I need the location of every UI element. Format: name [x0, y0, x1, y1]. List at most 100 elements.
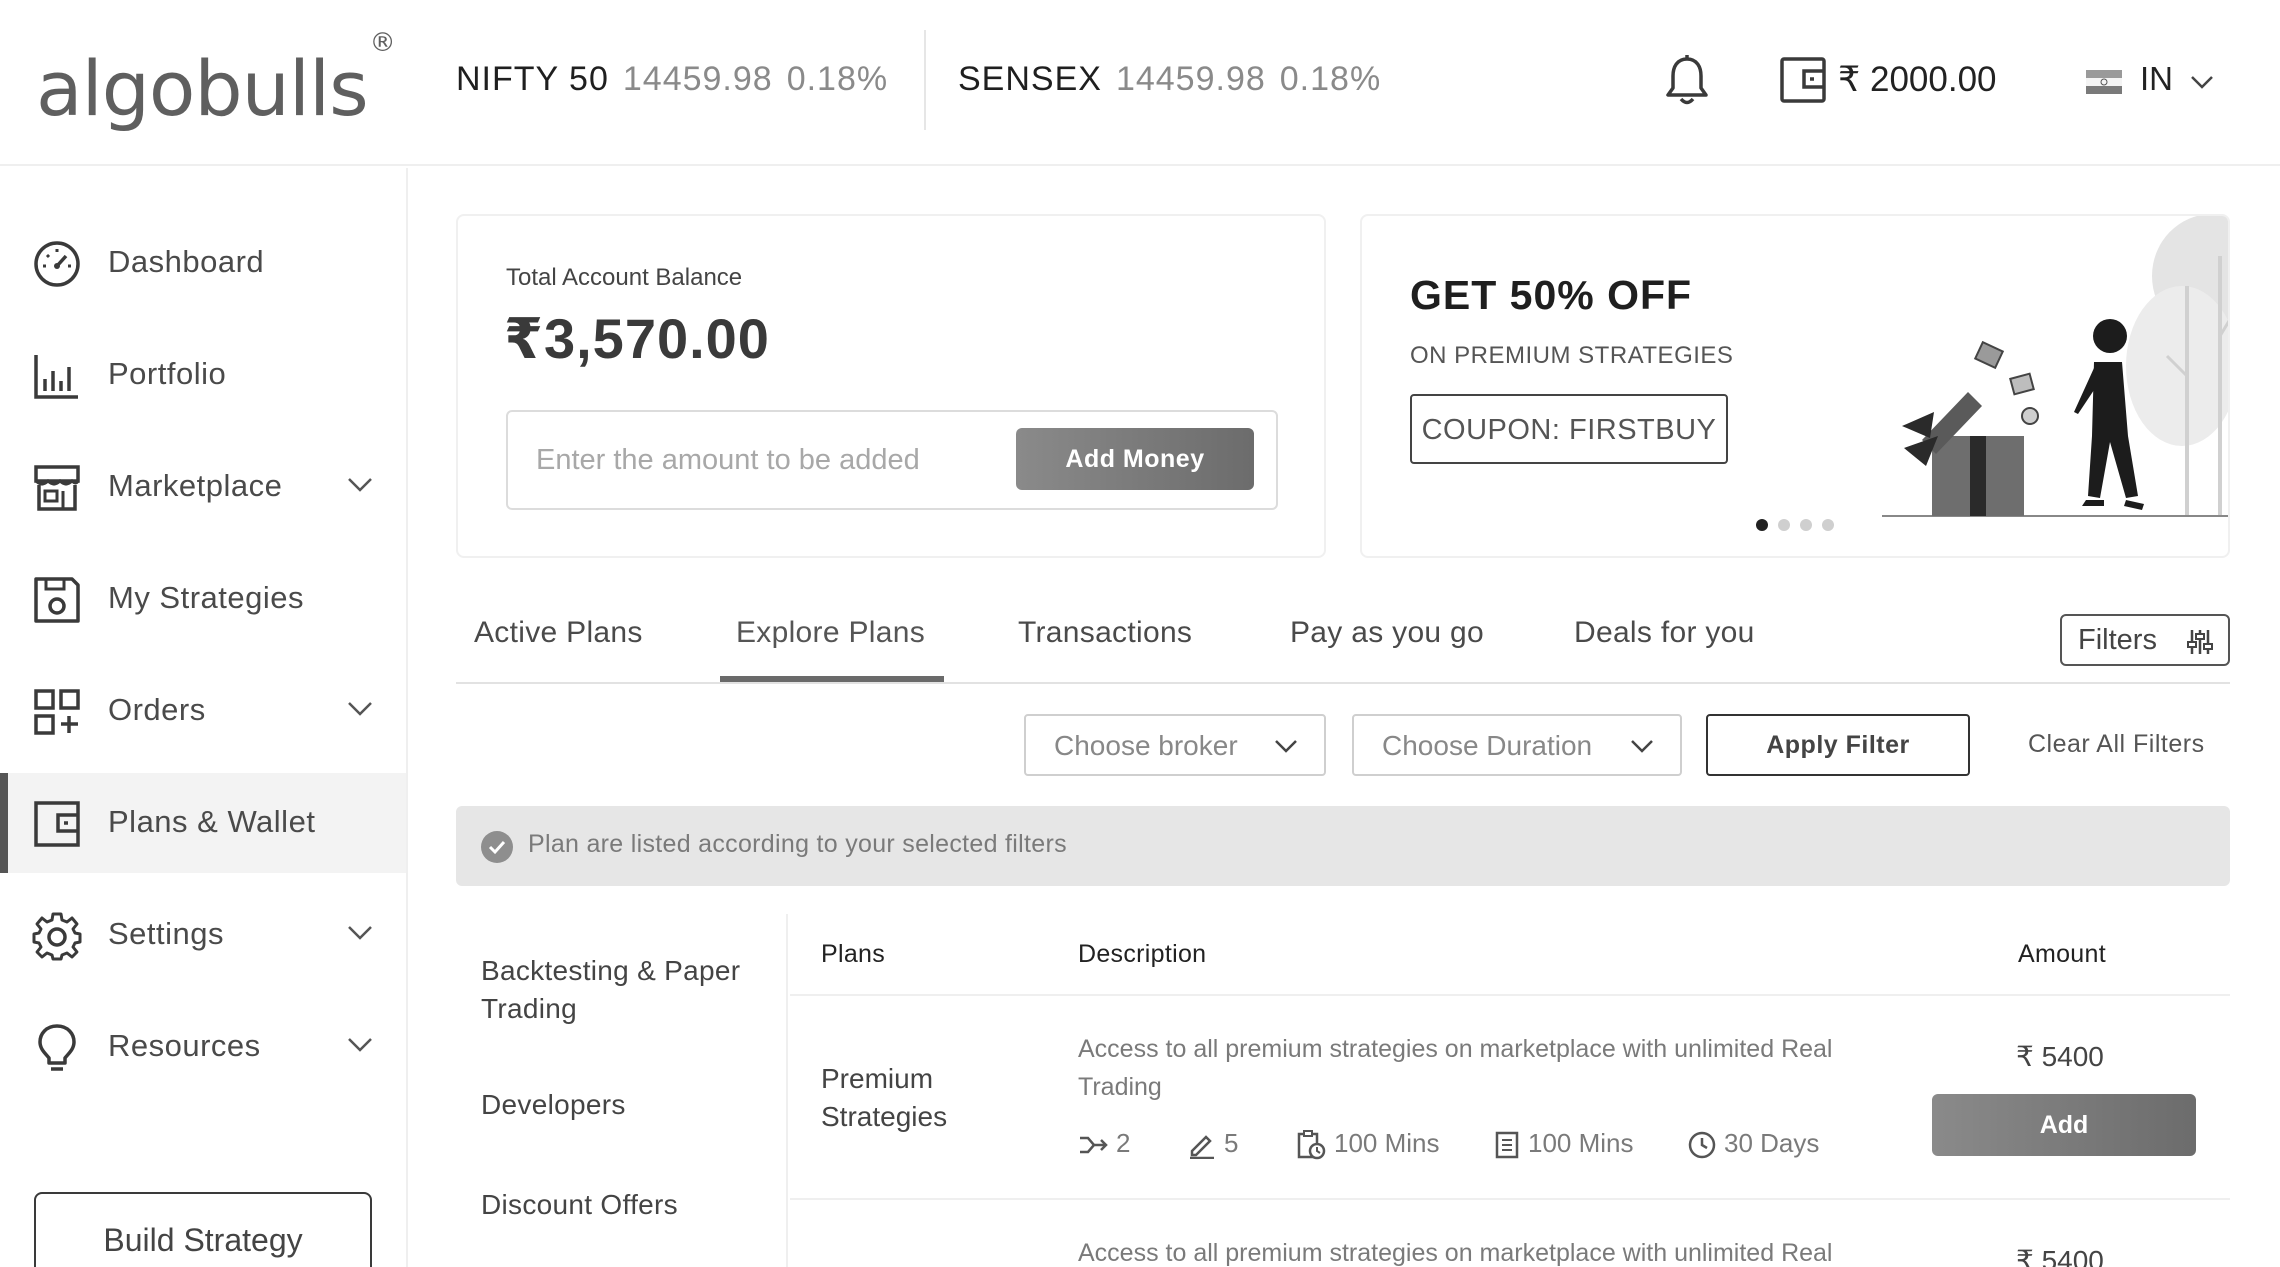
shuffle-arrow-icon — [1080, 1136, 1108, 1154]
gift-illustration — [1882, 216, 2228, 517]
active-tab-indicator — [720, 676, 944, 682]
category-backtesting[interactable]: Backtesting & Paper Trading — [481, 952, 771, 1028]
carousel-dot[interactable] — [1778, 519, 1790, 531]
column-header-plans: Plans — [821, 940, 886, 968]
chevron-down-icon — [348, 1038, 372, 1052]
nifty-ticker: NIFTY 50 14459.98 0.18% — [456, 60, 888, 99]
filters-button[interactable]: Filters — [2060, 614, 2230, 666]
sidebar-item-marketplace[interactable]: Marketplace — [0, 437, 406, 537]
algobulls-logo[interactable]: algobulls® — [36, 28, 396, 133]
sidebar-item-label: My Strategies — [108, 580, 305, 615]
wallet-icon — [34, 801, 80, 847]
carousel-dot[interactable] — [1800, 519, 1812, 531]
add-amount-group: Add Money — [506, 410, 1278, 510]
column-header-amount: Amount — [2018, 940, 2106, 968]
ticker-change: 0.18% — [1279, 60, 1382, 98]
gear-icon — [32, 912, 82, 961]
plans-tabs: Active Plans Explore Plans Transactions … — [456, 590, 2230, 684]
store-icon — [34, 465, 80, 511]
sidebar-item-dashboard[interactable]: Dashboard — [0, 213, 406, 313]
chevron-down-icon — [1631, 740, 1653, 753]
save-icon — [34, 577, 80, 623]
column-header-description: Description — [1078, 940, 1207, 968]
sidebar-item-label: Portfolio — [108, 356, 227, 391]
pencil-icon — [1190, 1135, 1214, 1160]
sidebar-item-label: Plans & Wallet — [108, 804, 316, 839]
filters-label: Filters — [2078, 624, 2157, 656]
promo-banner[interactable]: GET 50% OFF ON PREMIUM STRATEGIES COUPON… — [1360, 214, 2230, 558]
chevron-down-icon[interactable] — [2190, 74, 2214, 90]
balance-card: Total Account Balance ₹3,570.00 Add Mone… — [456, 214, 1326, 558]
flag-icon[interactable] — [2086, 70, 2122, 94]
broker-select[interactable]: Choose broker — [1024, 714, 1326, 776]
plan-description: Access to all premium strategies on mark… — [1078, 1035, 1833, 1101]
add-money-button[interactable]: Add Money — [1016, 428, 1254, 490]
carousel-dot[interactable] — [1756, 519, 1768, 531]
document-icon — [1495, 1131, 1519, 1159]
filter-info-text: Plan are listed according to your select… — [528, 830, 1067, 858]
ticker-divider — [924, 30, 926, 130]
add-plan-button[interactable]: Add — [1932, 1094, 2196, 1156]
build-strategy-button[interactable]: Build Strategy — [34, 1192, 372, 1267]
meta-backtest-time: 100 Mins — [1296, 1128, 1440, 1160]
sidebar-item-label: Orders — [108, 692, 206, 727]
ticker-name: NIFTY 50 — [456, 60, 609, 98]
chevron-down-icon — [1275, 740, 1297, 753]
lightbulb-icon — [38, 1024, 76, 1071]
apply-filter-button[interactable]: Apply Filter — [1706, 714, 1970, 776]
category-discount-offers[interactable]: Discount Offers — [481, 1186, 678, 1224]
sidebar-item-orders[interactable]: Orders — [0, 661, 406, 761]
grid-plus-icon — [34, 689, 80, 735]
sidebar-item-plans-wallet[interactable]: Plans & Wallet — [0, 773, 406, 873]
tab-transactions[interactable]: Transactions — [1018, 616, 1192, 650]
sidebar-item-my-strategies[interactable]: My Strategies — [0, 549, 406, 649]
sliders-icon — [2187, 630, 2213, 654]
sidebar-item-label: Settings — [108, 916, 225, 951]
ticker-value: 14459.98 — [1115, 60, 1266, 98]
check-circle-icon — [481, 831, 513, 863]
plan-categories: Backtesting & Paper Trading Developers D… — [456, 914, 788, 1267]
carousel-dot[interactable] — [1822, 519, 1834, 531]
ticker-name: SENSEX — [958, 60, 1102, 98]
speedometer-icon — [34, 241, 80, 287]
sidebar-item-label: Dashboard — [108, 244, 265, 279]
chevron-down-icon — [348, 478, 372, 492]
wallet-balance[interactable]: ₹ 2000.00 — [1838, 60, 1997, 100]
tab-deals-for-you[interactable]: Deals for you — [1574, 616, 1755, 650]
category-developers[interactable]: Developers — [481, 1086, 626, 1124]
balance-label: Total Account Balance — [506, 264, 743, 291]
balance-value: ₹3,570.00 — [504, 307, 770, 370]
sidebar-item-portfolio[interactable]: Portfolio — [0, 325, 406, 425]
ticker-change: 0.18% — [786, 60, 889, 98]
coupon-code[interactable]: COUPON: FIRSTBUY — [1410, 394, 1728, 464]
sidebar-item-resources[interactable]: Resources — [0, 997, 406, 1097]
duration-select-label: Choose Duration — [1382, 730, 1593, 761]
broker-select-label: Choose broker — [1054, 730, 1238, 761]
meta-validity: 30 Days — [1688, 1128, 1819, 1159]
sidebar-item-label: Resources — [108, 1028, 261, 1063]
tab-active-plans[interactable]: Active Plans — [474, 616, 643, 650]
tab-pay-as-you-go[interactable]: Pay as you go — [1290, 616, 1484, 650]
amount-input[interactable] — [508, 412, 1008, 508]
duration-select[interactable]: Choose Duration — [1352, 714, 1682, 776]
promo-title: GET 50% OFF — [1410, 272, 1693, 318]
plan-amount: ₹ 5400 — [2016, 1245, 2104, 1267]
row-divider — [790, 1198, 2230, 1200]
meta-strategies: 2 — [1078, 1128, 1130, 1159]
wallet-icon[interactable] — [1780, 56, 1826, 104]
bell-icon[interactable] — [1664, 54, 1710, 106]
plan-amount: ₹ 5400 — [2016, 1041, 2104, 1072]
clear-all-filters-link[interactable]: Clear All Filters — [2028, 730, 2205, 759]
sensex-ticker: SENSEX 14459.98 0.18% — [958, 60, 1381, 99]
ticker-value: 14459.98 — [622, 60, 773, 98]
bar-chart-icon — [34, 355, 78, 399]
row-divider — [790, 994, 2230, 996]
sidebar-item-settings[interactable]: Settings — [0, 885, 406, 985]
plan-name: Premium Strategies — [821, 1063, 948, 1132]
clipboard-clock-icon — [1297, 1130, 1326, 1160]
plan-description: Access to all premium strategies on mark… — [1078, 1239, 1833, 1267]
carousel-dots — [1756, 518, 1844, 536]
sidebar: Dashboard Portfolio Marketplace My Strat… — [0, 168, 408, 1267]
country-selector[interactable]: IN — [2140, 60, 2173, 98]
tab-explore-plans[interactable]: Explore Plans — [736, 616, 925, 650]
